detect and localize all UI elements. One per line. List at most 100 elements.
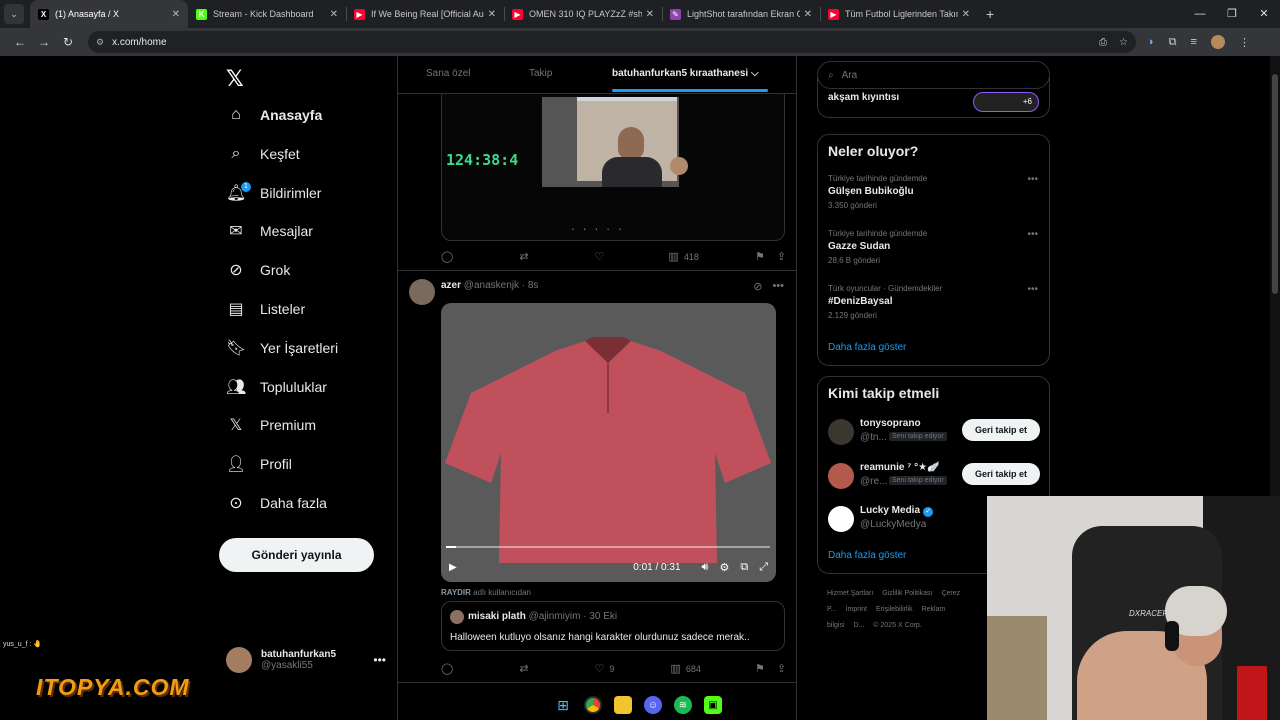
reply-button[interactable]: ◯ xyxy=(441,662,453,675)
settings-icon[interactable]: ⚙ xyxy=(719,561,729,574)
extension-icon[interactable]: ◗ xyxy=(1148,36,1155,48)
volume-icon[interactable]: 🔊︎ xyxy=(702,561,709,574)
attribution-name[interactable]: RAYDIR xyxy=(441,588,471,597)
follow-suggestion[interactable]: reamunie ⁷ °★🪽 @re... Seni takip ediyor Ger… xyxy=(828,461,1040,489)
nav-item-mesajlar[interactable]: ✉ Mesajlar xyxy=(226,216,313,246)
close-icon[interactable]: ✕ xyxy=(330,9,338,20)
media-control-icon[interactable]: ≡ xyxy=(1191,36,1197,48)
share-button[interactable]: ⇪ xyxy=(777,662,786,675)
restore-button[interactable]: ❐ xyxy=(1216,0,1248,28)
nav-item-grok[interactable]: ⊘ Grok xyxy=(226,255,290,285)
repost-button[interactable]: ⇄ xyxy=(519,662,528,675)
more-icon[interactable]: ••• xyxy=(373,653,386,667)
tab-community[interactable]: batuhanfurkan5 kıraathanesi ⌵ xyxy=(612,68,759,79)
search-input[interactable]: ⌕ Ara xyxy=(817,61,1050,89)
trend-item[interactable]: Türkiye tarihinde gündemde Gazze Sudan 28,… xyxy=(828,229,1038,265)
close-icon[interactable]: ✕ xyxy=(804,9,812,20)
discord-icon[interactable]: ☺ xyxy=(644,696,662,714)
back-button[interactable]: ← xyxy=(8,35,32,49)
forward-button[interactable]: → xyxy=(32,35,56,49)
share-button[interactable]: ⇪ xyxy=(777,250,786,263)
bookmark-button[interactable]: ⚑ xyxy=(755,250,765,263)
post-button[interactable]: Gönderi yayınla xyxy=(219,538,374,572)
post-video-player[interactable]: ▶ 0:01 / 0:31 🔊︎ ⚙ ⧉ ⤢ xyxy=(441,303,776,582)
browser-tab[interactable]: ▶ OMEN 310 IQ PLAYZzZ #sh ✕ xyxy=(504,0,662,28)
browser-tab[interactable]: ▶ Tüm Futbol Liglerinden Takım ✕ xyxy=(820,0,978,28)
footer-link[interactable]: İmprint xyxy=(846,606,867,613)
post-author[interactable]: azer xyxy=(441,280,461,291)
post-handle[interactable]: @anaskenjk xyxy=(464,280,519,291)
close-icon[interactable]: ✕ xyxy=(488,9,496,20)
new-tab-button[interactable]: + xyxy=(986,6,994,22)
tab-search-button[interactable]: ⌄ xyxy=(4,4,24,24)
minimize-button[interactable]: — xyxy=(1184,0,1216,28)
bookmark-button[interactable]: ⚑ xyxy=(755,662,765,675)
nav-item-keşfet[interactable]: ⌕ Keşfet xyxy=(226,139,300,169)
footer-link[interactable]: Gizlilik Politikası xyxy=(882,590,932,597)
more-icon[interactable]: ••• xyxy=(772,280,784,293)
address-bar[interactable]: ⚙ x.com/home ⎙ ☆ xyxy=(88,31,1136,53)
bookmark-star-icon[interactable]: ☆ xyxy=(1119,37,1128,48)
browser-menu-icon[interactable]: ⋮ xyxy=(1239,36,1250,49)
more-icon[interactable]: ••• xyxy=(1027,174,1038,185)
fullscreen-icon[interactable]: ⤢ xyxy=(759,561,768,574)
app-icon[interactable]: ▣ xyxy=(704,696,722,714)
browser-tab[interactable]: K Stream - Kick Dashboard ✕ xyxy=(188,0,346,28)
browser-tab[interactable]: ▶ If We Being Real [Official Au ✕ xyxy=(346,0,504,28)
site-info-icon[interactable]: ⚙ xyxy=(96,37,104,48)
x-logo-icon[interactable]: 𝕏 xyxy=(226,66,244,92)
chrome-icon[interactable] xyxy=(584,696,602,714)
like-button[interactable]: ♡ xyxy=(595,250,605,263)
profile-avatar[interactable] xyxy=(1210,35,1225,49)
video-progress-bar[interactable] xyxy=(446,546,770,548)
tab-following[interactable]: Takip xyxy=(529,68,552,79)
nav-item-anasayfa[interactable]: ⌂ Anasayfa xyxy=(226,100,322,130)
show-more-link[interactable]: Daha fazla göster xyxy=(828,550,906,561)
reply-button[interactable]: ◯ xyxy=(441,250,453,263)
more-icon[interactable]: ••• xyxy=(1027,229,1038,240)
views-button[interactable]: ▥ 684 xyxy=(670,662,700,675)
avatar[interactable] xyxy=(409,279,435,305)
more-icon[interactable]: ••• xyxy=(1027,284,1038,295)
footer-link[interactable]: © 2025 X Corp. xyxy=(873,622,921,629)
follow-back-button[interactable]: Geri takip et xyxy=(962,462,1040,485)
post-video[interactable]: 124:38:4 ••••• xyxy=(441,86,785,241)
quoted-post[interactable]: misaki plath @ajinmiyim · 30 Eki Hallowe… xyxy=(441,601,785,651)
repost-button[interactable]: ⇄ xyxy=(519,250,528,263)
nav-item-topluluklar[interactable]: 👥︎ Topluluklar xyxy=(226,372,327,402)
follow-suggestion[interactable]: tonysoprano @tn... Seni takip ediyor Geri t… xyxy=(828,417,1040,445)
close-window-button[interactable]: ✕ xyxy=(1248,0,1280,28)
windows-start-icon[interactable]: ⊞ xyxy=(554,696,572,714)
follow-back-button[interactable]: Geri takip et xyxy=(962,419,1040,441)
reload-button[interactable]: ↻ xyxy=(56,35,80,49)
nav-item-premium[interactable]: 𝕏 Premium xyxy=(226,410,316,440)
nav-item-profil[interactable]: 👤︎ Profil xyxy=(226,449,292,479)
footer-link[interactable]: Hizmet Şartları xyxy=(827,590,873,597)
browser-tab[interactable]: ✎ LightShot tarafından Ekran Gör ✕ xyxy=(662,0,820,28)
views-button[interactable]: ▥ 418 xyxy=(668,250,698,263)
scrollbar-thumb[interactable] xyxy=(1272,74,1278,294)
play-icon[interactable]: ▶ xyxy=(449,562,457,573)
install-app-icon[interactable]: ⎙ xyxy=(1099,37,1107,48)
trend-item[interactable]: Türk oyuncular · Gündemdekiler #DenizBays… xyxy=(828,284,1038,320)
trend-item[interactable]: Türkiye tarihinde gündemde Gülşen Bubikoğ… xyxy=(828,174,1038,210)
close-icon[interactable]: ✕ xyxy=(962,9,970,20)
grok-icon[interactable]: ⊘ xyxy=(753,280,762,293)
post-time[interactable]: · 8s xyxy=(522,280,539,291)
account-switcher[interactable]: batuhanfurkan5 @yasakli55 ••• xyxy=(226,642,386,678)
like-button[interactable]: ♡ 9 xyxy=(595,662,615,675)
nav-item-yer-i̇şaretleri[interactable]: 🔖︎ Yer İşaretleri xyxy=(226,333,338,363)
footer-link[interactable]: Erişilebilirlik xyxy=(876,606,913,613)
nav-item-daha-fazla[interactable]: ⊙ Daha fazla xyxy=(226,488,327,518)
footer-link[interactable]: D... xyxy=(854,622,865,629)
show-more-link[interactable]: Daha fazla göster xyxy=(828,342,906,353)
tab-for-you[interactable]: Sana özel xyxy=(426,68,470,79)
pip-icon[interactable]: ⧉ xyxy=(740,561,748,574)
browser-tab[interactable]: X (1) Anasayfa / X ✕ xyxy=(30,0,188,28)
folder-icon[interactable] xyxy=(614,696,632,714)
close-icon[interactable]: ✕ xyxy=(646,9,654,20)
spotify-icon[interactable]: ≋ xyxy=(674,696,692,714)
extensions-puzzle-icon[interactable]: ⧉ xyxy=(1169,36,1177,49)
close-icon[interactable]: ✕ xyxy=(172,9,180,20)
nav-item-bildirimler[interactable]: 🔔︎ 1 Bildirimler xyxy=(226,178,321,208)
